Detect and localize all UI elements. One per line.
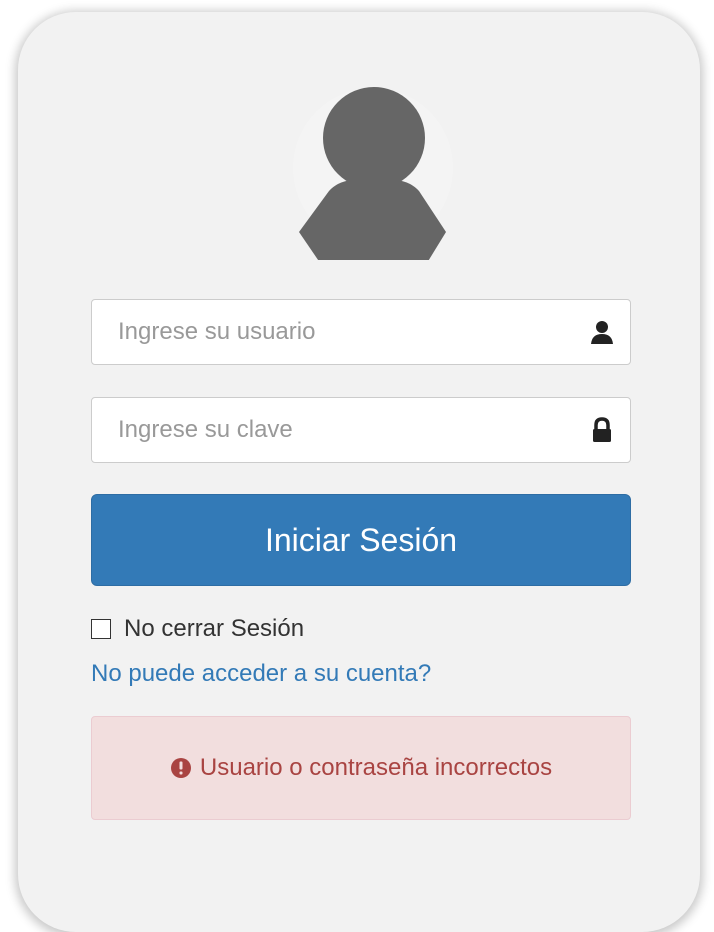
password-field <box>91 397 631 463</box>
error-message: Usuario o contraseña incorrectos <box>199 754 553 781</box>
remember-label[interactable]: No cerrar Sesión <box>124 615 304 643</box>
remember-me: No cerrar Sesión <box>91 614 304 644</box>
username-input[interactable] <box>92 300 630 364</box>
exclamation-circle-icon <box>170 757 192 779</box>
password-input[interactable] <box>92 398 630 462</box>
lock-icon <box>588 416 616 444</box>
user-icon <box>588 318 616 346</box>
login-button[interactable]: Iniciar Sesión <box>91 494 631 586</box>
user-avatar-icon <box>281 76 465 276</box>
username-field <box>91 299 631 365</box>
forgot-account-link[interactable]: No puede acceder a su cuenta? <box>91 660 431 688</box>
error-alert: Usuario o contraseña incorrectos <box>91 716 631 820</box>
remember-checkbox[interactable] <box>91 619 111 639</box>
